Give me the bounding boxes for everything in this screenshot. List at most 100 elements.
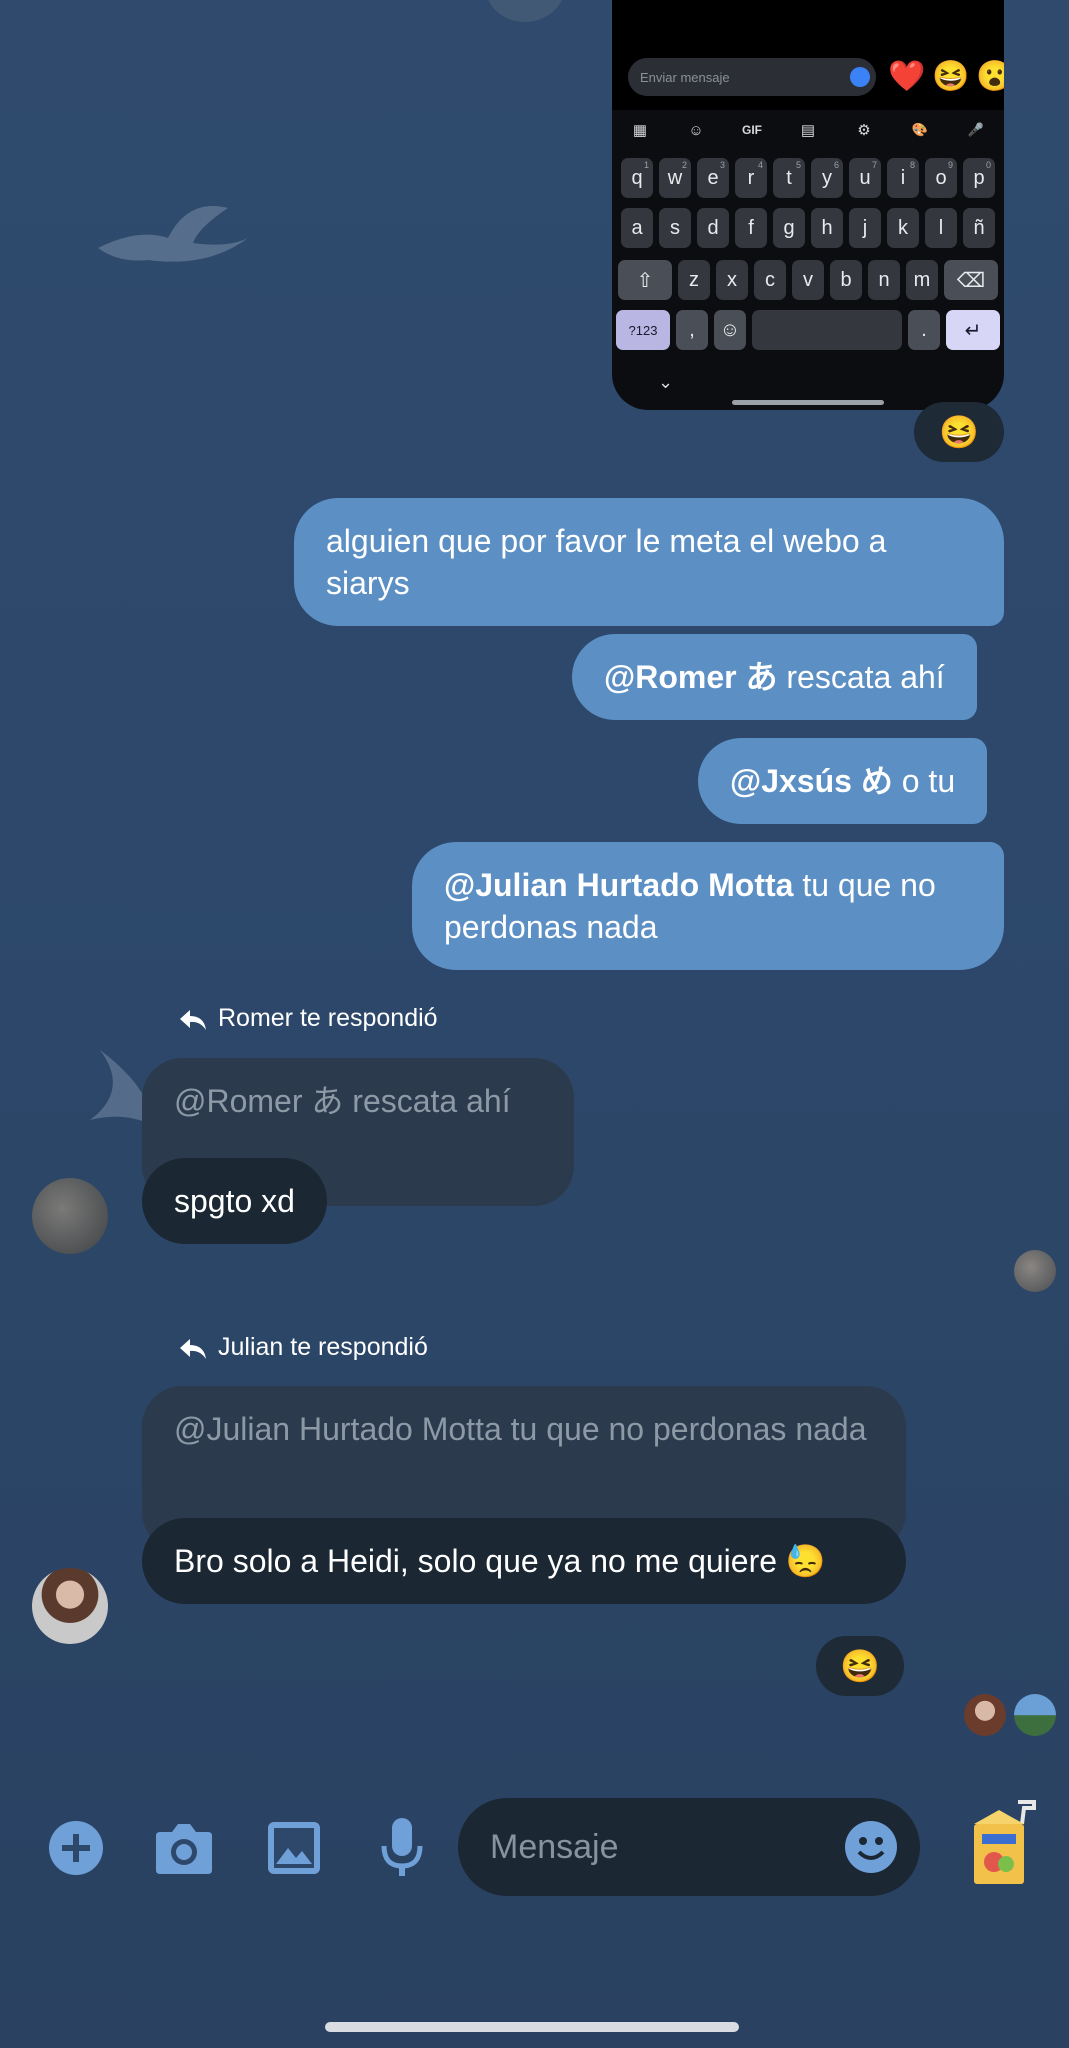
key: s xyxy=(659,208,691,248)
key-hint: 5 xyxy=(795,160,801,170)
reply-indicator: Julian te respondió xyxy=(178,1333,428,1362)
mention[interactable]: @Romer あ xyxy=(604,659,777,695)
screenshot-emoji-icon xyxy=(850,67,870,87)
message-text: Bro solo a Heidi, solo que ya no me quie… xyxy=(174,1543,826,1579)
sticker-icon[interactable] xyxy=(968,1800,1038,1890)
key: e3 xyxy=(697,158,729,198)
key: v xyxy=(792,260,824,300)
read-receipt-avatar xyxy=(1014,1694,1056,1736)
key: w2 xyxy=(659,158,691,198)
space-key xyxy=(752,310,902,350)
bird-decoration xyxy=(98,206,248,262)
laugh-emoji: 😆 xyxy=(840,1648,880,1684)
key: j xyxy=(849,208,881,248)
read-receipt-avatar xyxy=(1014,1250,1056,1292)
key: h xyxy=(811,208,843,248)
keyboard-row-1: q1w2e3r4t5y6u7i8o9p0 xyxy=(616,158,1000,198)
key: t5 xyxy=(773,158,805,198)
key: r4 xyxy=(735,158,767,198)
quoted-text: @Julian Hurtado Motta tu que no perdonas… xyxy=(174,1411,867,1447)
key: i8 xyxy=(887,158,919,198)
keyboard-row-3: ⇧ z x c v b n m ⌫ xyxy=(616,260,1000,300)
quoted-text: @Romer あ rescata ahí xyxy=(174,1083,511,1119)
emoji-icon[interactable] xyxy=(844,1820,898,1874)
emoji-key: ☺ xyxy=(714,310,746,350)
outgoing-message[interactable]: @Romer あ rescata ahí xyxy=(572,634,977,720)
home-indicator[interactable] xyxy=(325,2022,739,2032)
apps-icon: ▦ xyxy=(632,122,648,139)
sticker-icon: ☺ xyxy=(688,121,704,139)
screenshot-wow-emoji: 😮 xyxy=(976,60,1004,93)
comma-key: , xyxy=(676,310,708,350)
gif-icon: GIF xyxy=(742,123,762,137)
backspace-key: ⌫ xyxy=(944,260,998,300)
screenshot-home-bar xyxy=(732,400,884,405)
message-input[interactable]: Mensaje xyxy=(458,1798,920,1896)
key: b xyxy=(830,260,862,300)
laugh-emoji: 😆 xyxy=(939,414,979,450)
key: y6 xyxy=(811,158,843,198)
read-receipt-avatar xyxy=(964,1694,1006,1736)
clipboard-icon: ▤ xyxy=(800,122,816,139)
shift-key: ⇧ xyxy=(618,260,672,300)
key-hint: 9 xyxy=(947,160,953,170)
screenshot-input: Enviar mensaje xyxy=(628,58,876,96)
key: p0 xyxy=(963,158,995,198)
message-text: spgto xd xyxy=(174,1183,295,1219)
key: m xyxy=(906,260,938,300)
palette-icon: 🎨 xyxy=(911,122,929,137)
enter-key: ↵ xyxy=(946,310,1000,350)
keyboard-row-4: ?123 , ☺ . ↵ xyxy=(616,310,1000,350)
reply-label-text: Julian te respondió xyxy=(218,1333,428,1361)
key-hint: 3 xyxy=(719,160,725,170)
mic-icon: 🎤 xyxy=(967,122,985,137)
key: o9 xyxy=(925,158,957,198)
key: u7 xyxy=(849,158,881,198)
mention[interactable]: @Julian Hurtado Motta xyxy=(444,867,793,903)
screenshot-keyboard-toolbar: ▦ ☺ GIF ▤ ⚙ 🎨 🎤 xyxy=(612,110,1004,150)
key: d xyxy=(697,208,729,248)
image-message-keyboard-screenshot[interactable]: Enviar mensaje ❤️ 😆 😮 ▦ ☺ GIF ▤ ⚙ 🎨 🎤 q1… xyxy=(612,0,1004,410)
screenshot-laugh-emoji: 😆 xyxy=(932,60,970,93)
key: q1 xyxy=(621,158,653,198)
add-icon[interactable] xyxy=(48,1820,104,1876)
incoming-message[interactable]: Bro solo a Heidi, solo que ya no me quie… xyxy=(142,1518,906,1604)
key-hint: 7 xyxy=(871,160,877,170)
outgoing-message[interactable]: alguien que por favor le meta el webo a … xyxy=(294,498,1004,626)
key-hint: 1 xyxy=(643,160,649,170)
screenshot-heart-emoji: ❤️ xyxy=(888,60,926,93)
reaction-pill[interactable]: 😆 xyxy=(816,1636,904,1696)
key-hint: 0 xyxy=(985,160,991,170)
reply-indicator: Romer te respondió xyxy=(178,1004,438,1033)
key: a xyxy=(621,208,653,248)
keyboard-row-2: asdfghjklñ xyxy=(616,208,1000,248)
camera-icon[interactable] xyxy=(154,1820,214,1876)
incoming-message[interactable]: spgto xd xyxy=(142,1158,327,1244)
screenshot-input-placeholder: Enviar mensaje xyxy=(640,69,730,85)
mention[interactable]: @Jxsús め xyxy=(730,763,893,799)
key-hint: 6 xyxy=(833,160,839,170)
key: n xyxy=(868,260,900,300)
period-key: . xyxy=(908,310,940,350)
key-hint: 8 xyxy=(909,160,915,170)
microphone-icon[interactable] xyxy=(380,1816,424,1880)
message-input-placeholder: Mensaje xyxy=(490,1827,619,1866)
gallery-icon[interactable] xyxy=(266,1820,322,1876)
avatar[interactable] xyxy=(32,1178,108,1254)
reply-icon xyxy=(180,1009,206,1030)
key: k xyxy=(887,208,919,248)
avatar-fragment xyxy=(485,0,565,22)
reply-label-text: Romer te respondió xyxy=(218,1004,438,1032)
settings-icon: ⚙ xyxy=(857,122,871,139)
chevron-down-icon: ⌄ xyxy=(658,372,674,392)
key-hint: 4 xyxy=(757,160,763,170)
key: z xyxy=(678,260,710,300)
message-text: alguien que por favor le meta el webo a … xyxy=(326,523,887,601)
avatar[interactable] xyxy=(32,1568,108,1644)
reaction-pill[interactable]: 😆 xyxy=(914,402,1004,462)
outgoing-message[interactable]: @Jxsús め o tu xyxy=(698,738,988,824)
outgoing-message[interactable]: @Julian Hurtado Motta tu que no perdonas… xyxy=(412,842,1004,970)
key: f xyxy=(735,208,767,248)
key: g xyxy=(773,208,805,248)
key: ñ xyxy=(963,208,995,248)
